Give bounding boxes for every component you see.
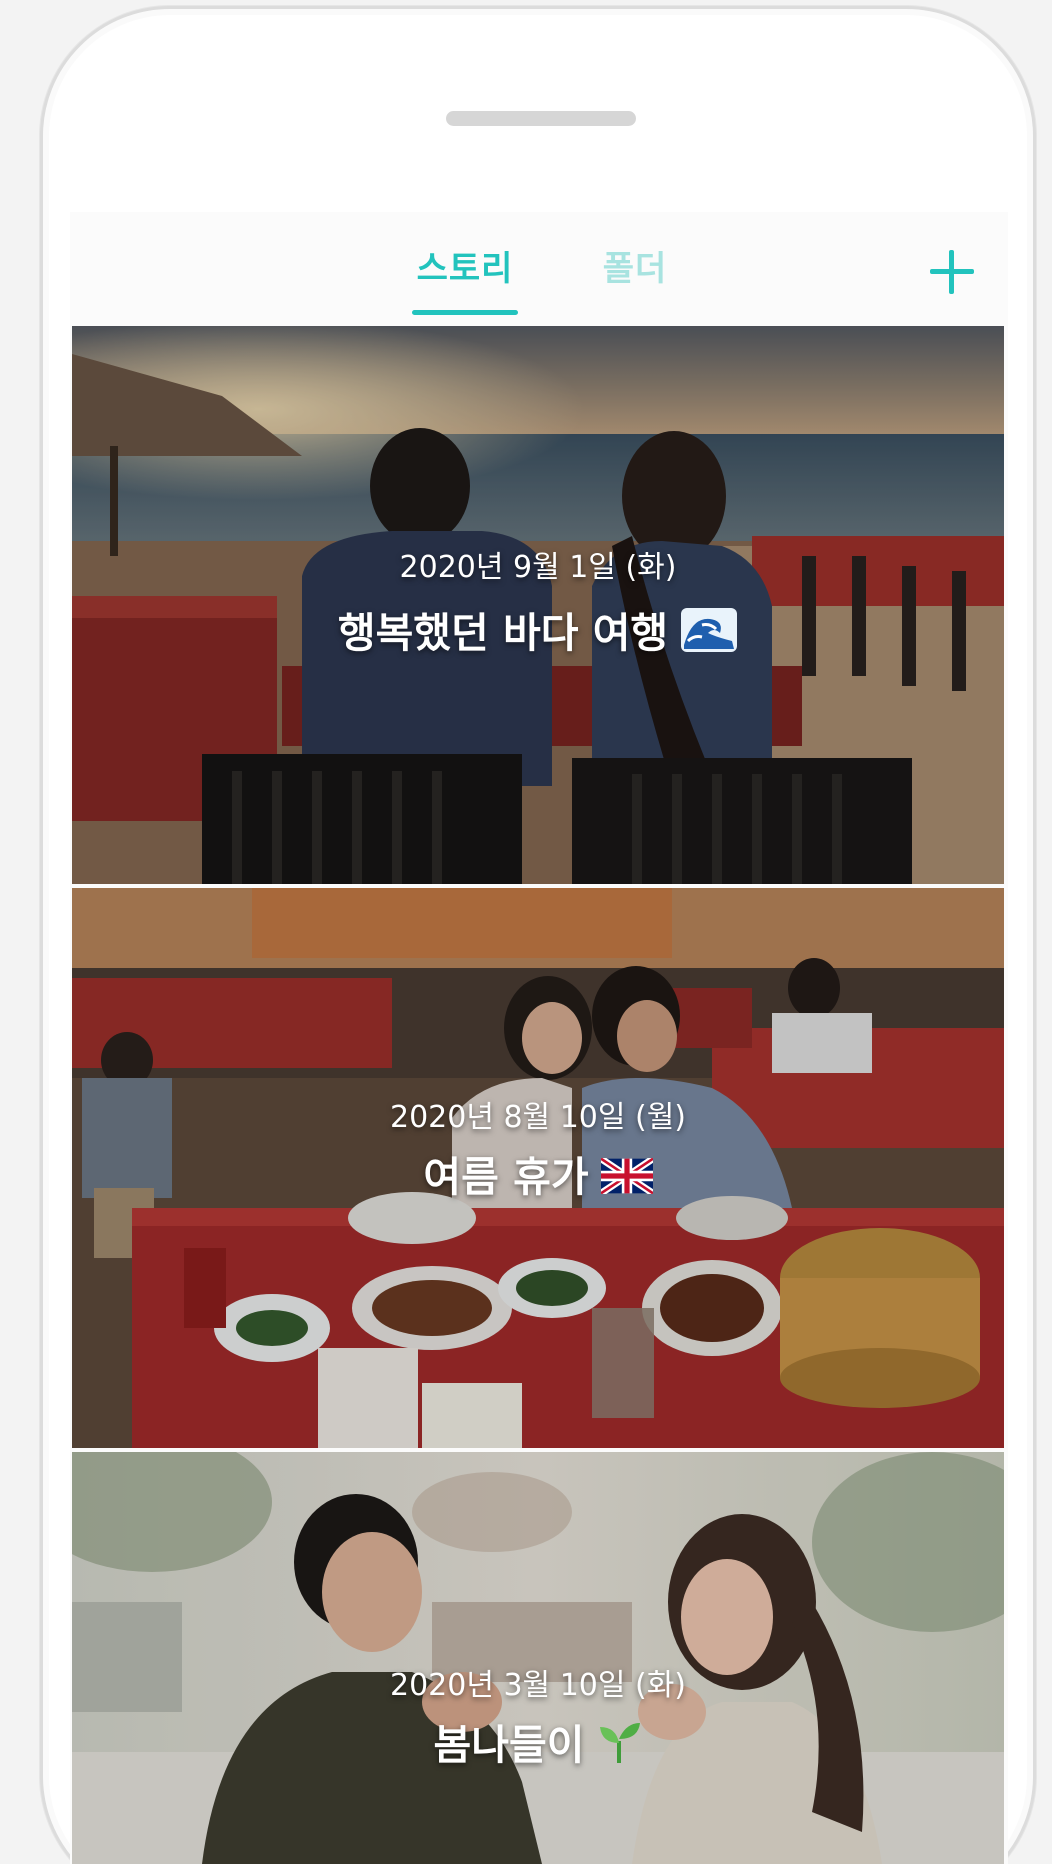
story-title-line: 여름 휴가: [72, 1150, 1004, 1207]
seedling-icon: [596, 1719, 642, 1778]
top-nav-bar: 스토리 폴더: [70, 212, 1008, 326]
story-title: 여름 휴가: [423, 1153, 589, 1201]
story-date: 2020년 9월 1일 (화): [399, 550, 677, 585]
tab-story[interactable]: 스토리: [412, 246, 518, 292]
plus-icon-vertical: [949, 250, 954, 294]
app-screen: 스토리 폴더 2020년 9월 1일 (화) 행복했던 바다 여행 2020년 …: [70, 212, 1008, 1864]
page: 스토리 폴더 2020년 9월 1일 (화) 행복했던 바다 여행 2020년 …: [0, 0, 1052, 1864]
phone-speaker: [446, 111, 636, 126]
story-title-line: 봄나들이: [72, 1718, 1004, 1778]
story-date: 2020년 8월 10일 (월): [389, 1100, 687, 1135]
tab-folder[interactable]: 폴더: [590, 246, 680, 292]
add-story-button[interactable]: [928, 248, 976, 296]
wave-icon: [680, 607, 738, 666]
story-title-line: 행복했던 바다 여행: [72, 606, 1004, 666]
story-card[interactable]: 2020년 9월 1일 (화) 행복했던 바다 여행: [72, 326, 1004, 884]
story-date: 2020년 3월 10일 (화): [389, 1668, 687, 1703]
story-card[interactable]: 2020년 3월 10일 (화) 봄나들이: [72, 1452, 1004, 1864]
active-tab-indicator: [412, 310, 518, 315]
story-title: 행복했던 바다 여행: [337, 609, 669, 657]
uk-flag-icon: [598, 1153, 655, 1207]
story-cover-photo: [72, 1452, 1004, 1864]
story-card[interactable]: 2020년 8월 10일 (월) 여름 휴가: [72, 888, 1004, 1448]
story-title: 봄나들이: [433, 1721, 585, 1769]
story-cover-photo: [72, 326, 1004, 884]
